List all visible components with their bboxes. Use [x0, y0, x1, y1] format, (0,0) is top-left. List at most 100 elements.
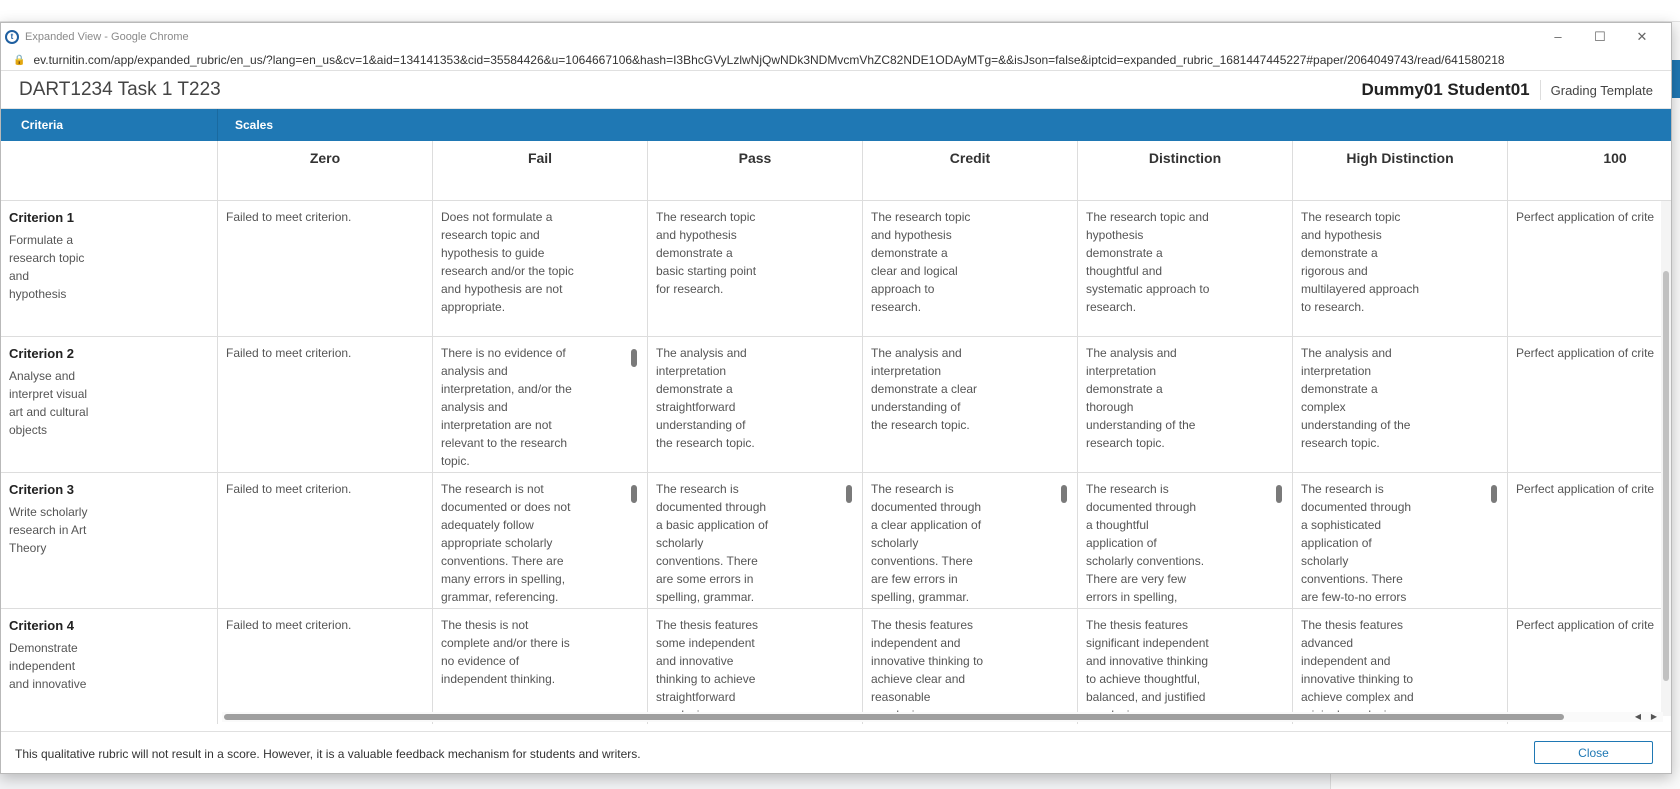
- rubric-grid: Zero Fail Pass Credit Distinction High D…: [1, 141, 1671, 724]
- cell-scrollbar[interactable]: [631, 349, 637, 367]
- rubric-cell[interactable]: The research topic and hypothesis demons…: [1293, 201, 1508, 336]
- scales-header: Scales: [235, 118, 274, 132]
- criterion-description: Write scholarly research in Art Theory: [9, 505, 88, 555]
- student-name: Dummy01 Student01: [1361, 80, 1541, 100]
- criterion-name: Criterion 2: [9, 346, 75, 361]
- scroll-right-arrow-icon[interactable]: ▶: [1651, 712, 1657, 721]
- window-title: Expanded View - Google Chrome: [25, 30, 189, 43]
- criteria-header: Criteria: [1, 109, 218, 141]
- rubric-cell[interactable]: The analysis and interpretation demonstr…: [1293, 337, 1508, 472]
- rubric-cell[interactable]: Failed to meet criterion.: [218, 473, 433, 608]
- rubric-cell[interactable]: The analysis and interpretation demonstr…: [1078, 337, 1293, 472]
- criterion-row: Criterion 2 Analyse and interpret visual…: [1, 337, 1671, 473]
- criterion-name: Criterion 3: [9, 482, 75, 497]
- horizontal-scrollbar-thumb[interactable]: [224, 714, 1564, 720]
- rubric-cell-text: Does not formulate a research topic and …: [441, 210, 574, 314]
- rubric-cell[interactable]: The research is documented through a sop…: [1293, 473, 1508, 608]
- rubric-header: DART1234 Task 1 T223 Dummy01 Student01 G…: [1, 71, 1671, 109]
- rubric-cell[interactable]: The thesis features advanced independent…: [1293, 609, 1508, 724]
- scale-label: 100: [1603, 150, 1627, 166]
- rubric-cell[interactable]: Perfect application of crite: [1508, 337, 1671, 472]
- rubric-cell[interactable]: The analysis and interpretation demonstr…: [863, 337, 1078, 472]
- rubric-cell-text: Failed to meet criterion.: [226, 346, 352, 360]
- rubric-column-header: Criteria Scales: [1, 109, 1671, 141]
- criterion-cell: Criterion 4 Demonstrate independent and …: [1, 609, 218, 724]
- rubric-cell[interactable]: The research topic and hypothesis demons…: [863, 201, 1078, 336]
- scale-label: Zero: [309, 150, 341, 166]
- rubric-cell-text: Perfect application of crite: [1516, 210, 1655, 224]
- rubric-cell[interactable]: The thesis features some independent and…: [648, 609, 863, 724]
- rubric-cell-text: The research is documented through a tho…: [1086, 482, 1205, 604]
- assignment-title: DART1234 Task 1 T223: [19, 78, 221, 100]
- rubric-cell-text: Failed to meet criterion.: [226, 210, 352, 224]
- rubric-cell[interactable]: Failed to meet criterion.: [218, 609, 433, 724]
- rubric-cell-text: The thesis features advanced independent…: [1301, 618, 1414, 722]
- minimize-icon[interactable]: –: [1537, 23, 1579, 50]
- rubric-cell-text: The research topic and hypothesis demons…: [656, 210, 757, 296]
- scale-label: Credit: [949, 150, 991, 166]
- rubric-cell[interactable]: The thesis is not complete and/or there …: [433, 609, 648, 724]
- rubric-cell-text: The research is documented through a bas…: [656, 482, 769, 604]
- close-button[interactable]: Close: [1534, 741, 1653, 764]
- rubric-cell[interactable]: There is no evidence of analysis and int…: [433, 337, 648, 472]
- criterion-cell: Criterion 2 Analyse and interpret visual…: [1, 337, 218, 472]
- rubric-cell[interactable]: Does not formulate a research topic and …: [433, 201, 648, 336]
- rubric-cell[interactable]: The thesis features significant independ…: [1078, 609, 1293, 724]
- criterion-description: Demonstrate independent and innovative: [9, 641, 87, 691]
- criterion-cell: Criterion 1 Formulate a research topic a…: [1, 201, 218, 336]
- cell-scrollbar[interactable]: [1061, 485, 1067, 503]
- rubric-cell-text: The thesis features some independent and…: [656, 618, 759, 722]
- rubric-cell[interactable]: Perfect application of crite: [1508, 201, 1671, 336]
- rubric-cell-text: Perfect application of crite: [1516, 618, 1655, 632]
- criterion-cell: Criterion 3 Write scholarly research in …: [1, 473, 218, 608]
- rubric-cell-text: The research is documented through a sop…: [1301, 482, 1412, 604]
- scale-label-row: Zero Fail Pass Credit Distinction High D…: [1, 141, 1671, 201]
- vertical-scrollbar-thumb[interactable]: [1663, 271, 1669, 681]
- maximize-icon[interactable]: ☐: [1579, 23, 1621, 50]
- scroll-left-arrow-icon[interactable]: ◀: [1635, 712, 1641, 721]
- turnitin-logo-icon: t: [5, 29, 19, 44]
- rubric-cell[interactable]: Failed to meet criterion.: [218, 201, 433, 336]
- criterion-row: Criterion 1 Formulate a research topic a…: [1, 201, 1671, 337]
- rubric-cell[interactable]: Perfect application of crite: [1508, 473, 1671, 608]
- scale-label: Distinction: [1148, 150, 1222, 166]
- close-icon[interactable]: ✕: [1621, 23, 1663, 50]
- scale-label: Fail: [527, 150, 553, 166]
- grading-template-link[interactable]: Grading Template: [1541, 83, 1653, 98]
- rubric-cell[interactable]: The research topic and hypothesis demons…: [1078, 201, 1293, 336]
- rubric-cell-text: The research is documented through a cle…: [871, 482, 982, 604]
- rubric-cell[interactable]: The research is documented through a bas…: [648, 473, 863, 608]
- scale-label: Pass: [738, 150, 772, 166]
- cell-scrollbar[interactable]: [846, 485, 852, 503]
- rubric-cell-text: The research topic and hypothesis demons…: [871, 210, 971, 314]
- rubric-cell[interactable]: Perfect application of crite: [1508, 609, 1671, 724]
- rubric-cell-text: The thesis features independent and inno…: [871, 618, 984, 722]
- lock-icon: 🔒: [13, 54, 26, 66]
- rubric-cell[interactable]: The research topic and hypothesis demons…: [648, 201, 863, 336]
- window-controls: – ☐ ✕: [1537, 23, 1663, 50]
- vertical-scrollbar[interactable]: [1661, 201, 1671, 716]
- rubric-cell[interactable]: The research is documented through a cle…: [863, 473, 1078, 608]
- address-bar[interactable]: 🔒 ev.turnitin.com/app/expanded_rubric/en…: [1, 50, 1671, 71]
- rubric-cell-text: The research is not documented or does n…: [441, 482, 571, 604]
- rubric-cell[interactable]: The research is documented through a tho…: [1078, 473, 1293, 608]
- rubric-cell-text: The analysis and interpretation demonstr…: [1301, 346, 1411, 450]
- rubric-cell[interactable]: The research is not documented or does n…: [433, 473, 648, 608]
- cell-scrollbar[interactable]: [631, 485, 637, 503]
- rubric-footer: This qualitative rubric will not result …: [1, 731, 1671, 773]
- rubric-cell[interactable]: Failed to meet criterion.: [218, 337, 433, 472]
- rubric-cell-text: The thesis features significant independ…: [1086, 618, 1209, 722]
- criterion-row: Criterion 4 Demonstrate independent and …: [1, 609, 1671, 724]
- criterion-name: Criterion 4: [9, 618, 75, 633]
- rubric-cell[interactable]: The thesis features independent and inno…: [863, 609, 1078, 724]
- criterion-name: Criterion 1: [9, 210, 75, 225]
- rubric-cell[interactable]: The analysis and interpretation demonstr…: [648, 337, 863, 472]
- rubric-cell-text: There is no evidence of analysis and int…: [441, 346, 572, 468]
- cell-scrollbar[interactable]: [1276, 485, 1282, 503]
- horizontal-scrollbar[interactable]: ◀ ▶: [222, 712, 1663, 722]
- cell-scrollbar[interactable]: [1491, 485, 1497, 503]
- background-tab-strip: [0, 0, 1680, 22]
- rubric-cell-text: The thesis is not complete and/or there …: [441, 618, 570, 686]
- scale-row-spacer: [1, 141, 218, 200]
- expanded-view-window: t Expanded View - Google Chrome – ☐ ✕ 🔒 …: [0, 22, 1672, 774]
